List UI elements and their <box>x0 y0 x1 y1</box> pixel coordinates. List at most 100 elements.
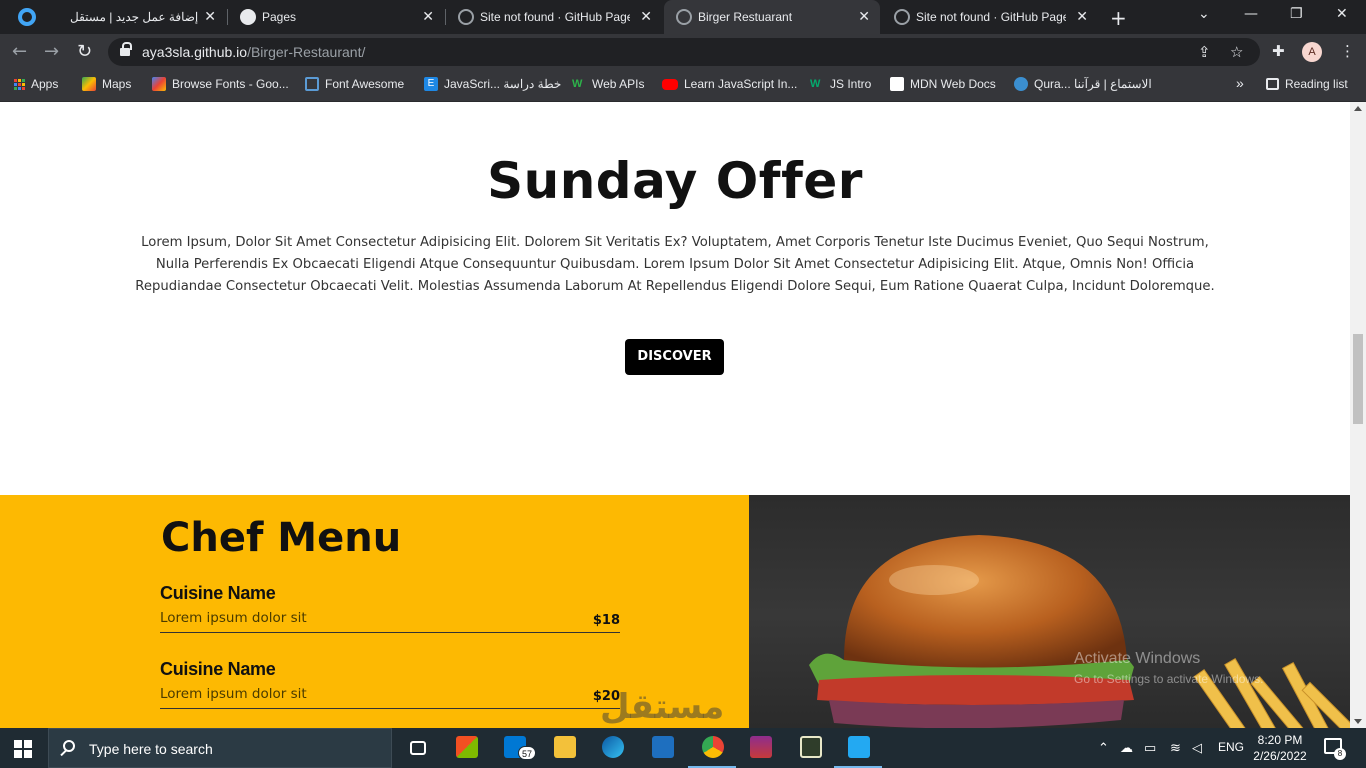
taskbar-search-placeholder: Type here to search <box>89 741 213 757</box>
bookmark-web-apis[interactable]: W Web APIs <box>572 77 644 91</box>
winrar-icon <box>750 736 772 758</box>
bookmark-label: Learn JavaScript In... <box>684 77 798 91</box>
bookmark-label: Apps <box>31 77 59 91</box>
tab-birger-restaurant[interactable]: Birger Restuarant ✕ <box>664 0 880 34</box>
tab-pages[interactable]: Pages ✕ <box>228 0 444 34</box>
share-icon[interactable]: ⇪ <box>1198 43 1211 61</box>
taskbar-vscode[interactable] <box>834 728 882 768</box>
task-view-button[interactable] <box>394 728 442 768</box>
cuisine-description: Lorem ipsum dolor sit <box>160 610 307 626</box>
address-bar[interactable]: aya3sla.github.io/Birger-Restaurant/ ⇪ ☆ <box>108 38 1260 66</box>
close-icon[interactable]: ✕ <box>204 8 216 25</box>
bookmarks-overflow-button[interactable]: » <box>1236 75 1244 91</box>
bookmark-learn-javascript[interactable]: Learn JavaScript In... <box>662 77 797 91</box>
menu-item[interactable]: Cuisine Name Lorem ipsum dolor sit $20 <box>160 659 620 709</box>
menu-kebab-icon[interactable]: ⋮ <box>1340 42 1355 60</box>
scroll-down-arrow-icon[interactable] <box>1354 719 1362 724</box>
close-icon[interactable]: ✕ <box>858 8 870 25</box>
restore-icon[interactable]: ❐ <box>1290 6 1303 22</box>
close-icon[interactable]: ✕ <box>422 8 434 25</box>
notification-count: 8 <box>1334 748 1346 760</box>
scrollbar-thumb[interactable] <box>1353 334 1363 424</box>
taskbar-file-explorer[interactable] <box>540 728 588 768</box>
discover-button[interactable]: DISCOVER <box>625 339 724 375</box>
minimize-icon[interactable]: — <box>1244 6 1258 22</box>
url-path: /Birger-Restaurant/ <box>247 44 366 60</box>
profile-avatar[interactable]: A <box>1302 42 1322 62</box>
media-player-icon <box>652 736 674 758</box>
extensions-puzzle-icon[interactable]: ✚ <box>1272 42 1285 60</box>
tab-site-not-found[interactable]: Site not found · GitHub Pages ✕ <box>446 0 662 34</box>
menu-item[interactable]: Cuisine Name Lorem ipsum dolor sit $18 <box>160 583 620 633</box>
tab-site-not-found-2[interactable]: Site not found · GitHub Pages ✕ <box>882 0 1098 34</box>
reload-icon[interactable]: ↻ <box>77 41 92 62</box>
onedrive-icon[interactable]: ☁ <box>1120 740 1133 756</box>
bookmark-label: Font Awesome <box>325 77 405 91</box>
bookmark-quran[interactable]: Qura... الاستماع | قرآننا <box>1014 77 1152 91</box>
bookmark-star-icon[interactable]: ☆ <box>1230 43 1243 61</box>
bookmark-font-awesome[interactable]: Font Awesome <box>305 77 404 91</box>
reading-list-button[interactable]: Reading list <box>1266 77 1348 91</box>
back-arrow-icon[interactable]: ← <box>12 41 27 62</box>
taskbar-winrar[interactable] <box>736 728 784 768</box>
tab-title: Site not found · GitHub Pages <box>480 10 630 24</box>
quran-icon <box>1014 77 1028 91</box>
taskbar-app[interactable] <box>786 728 834 768</box>
lock-icon[interactable] <box>120 42 132 57</box>
windows-start-icon[interactable] <box>14 740 32 758</box>
reading-list-icon <box>1266 78 1279 90</box>
activate-windows-title: Activate Windows <box>1074 650 1201 667</box>
google-fonts-icon <box>152 77 166 91</box>
battery-icon[interactable]: ▭ <box>1144 740 1156 756</box>
reading-list-label: Reading list <box>1285 77 1348 91</box>
url-host: aya3sla.github.io <box>142 44 248 60</box>
url-text[interactable]: aya3sla.github.io/Birger-Restaurant/ <box>142 44 365 60</box>
browser-tab-strip: إضافة عمل جديد | مستقل ✕ Pages ✕ Site no… <box>0 0 1366 34</box>
taskbar-media-player[interactable] <box>638 728 686 768</box>
volume-icon[interactable]: ◁ <box>1192 740 1202 756</box>
mostaql-watermark: مستقل <box>600 687 725 727</box>
scroll-up-arrow-icon[interactable] <box>1354 106 1362 111</box>
close-window-icon[interactable]: ✕ <box>1336 6 1348 22</box>
youtube-icon <box>662 78 678 90</box>
bookmark-javascript-plan[interactable]: E JavaScri... خطة دراسة <box>424 77 561 91</box>
taskbar-search-box[interactable]: Type here to search <box>48 728 392 768</box>
bookmark-browse-fonts[interactable]: Browse Fonts - Goo... <box>152 77 289 91</box>
globe-icon <box>894 9 910 25</box>
activate-windows-watermark: Activate Windows Go to Settings to activ… <box>1074 650 1263 686</box>
folder-icon <box>554 736 576 758</box>
close-icon[interactable]: ✕ <box>640 8 652 25</box>
tab-mostaql[interactable]: إضافة عمل جديد | مستقل ✕ <box>56 0 226 34</box>
taskbar-edge[interactable] <box>588 728 636 768</box>
tray-chevron-up-icon[interactable]: ⌃ <box>1098 740 1109 756</box>
bookmark-js-intro[interactable]: W JS Intro <box>810 77 871 91</box>
bookmark-label: Web APIs <box>592 77 645 91</box>
e-icon: E <box>424 77 438 91</box>
w3-icon: W <box>810 78 821 90</box>
tab-search-chevron-icon[interactable]: ⌄ <box>1198 6 1210 22</box>
close-icon[interactable]: ✕ <box>1076 8 1088 25</box>
browser-toolbar: ← → ↻ aya3sla.github.io/Birger-Restauran… <box>0 34 1366 70</box>
language-indicator[interactable]: ENG <box>1218 740 1244 754</box>
bookmark-label: Qura... الاستماع | قرآننا <box>1034 77 1152 91</box>
page-scrollbar[interactable] <box>1350 102 1366 728</box>
bookmark-mdn[interactable]: MDN Web Docs <box>890 77 996 91</box>
cuisine-price: $18 <box>592 613 620 628</box>
bookmark-label: JavaScri... خطة دراسة <box>444 77 562 91</box>
chrome-search-icon[interactable] <box>18 8 36 26</box>
taskbar-chrome[interactable] <box>688 728 736 768</box>
taskbar-store[interactable] <box>442 728 490 768</box>
cuisine-name: Cuisine Name <box>160 583 276 603</box>
mail-badge: 57 <box>518 746 536 760</box>
apps-grid-icon <box>14 78 25 90</box>
burger-image: Activate Windows Go to Settings to activ… <box>749 495 1350 728</box>
new-tab-button[interactable]: + <box>1110 6 1127 30</box>
app-icon <box>800 736 822 758</box>
forward-arrow-icon[interactable]: → <box>44 41 59 62</box>
taskbar-mail[interactable]: 57 <box>490 728 538 768</box>
taskbar-clock[interactable]: 8:20 PM 2/26/2022 <box>1248 732 1312 764</box>
bookmark-maps[interactable]: Maps <box>82 77 131 91</box>
bookmark-apps[interactable]: Apps <box>14 77 58 91</box>
wifi-icon[interactable]: ≋ <box>1170 740 1181 756</box>
page-viewport: Sunday Offer Lorem Ipsum, Dolor Sit Amet… <box>0 102 1350 728</box>
